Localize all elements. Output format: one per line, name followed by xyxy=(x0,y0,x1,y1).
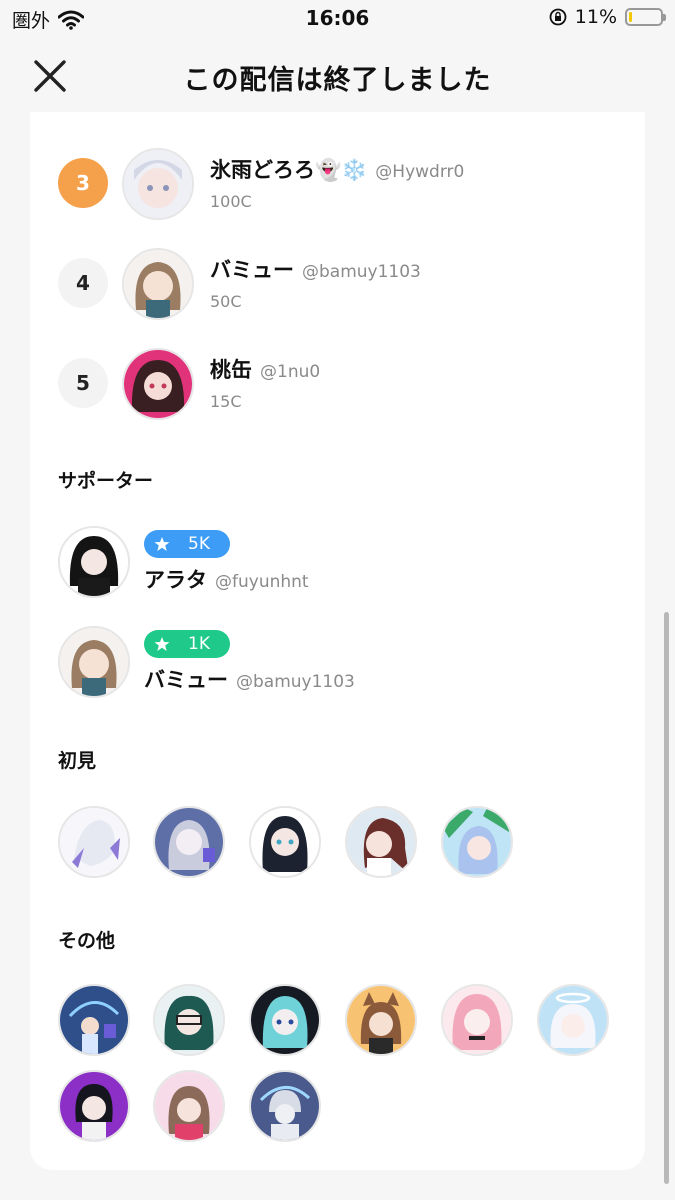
avatar[interactable] xyxy=(58,526,130,598)
avatar[interactable] xyxy=(58,626,130,698)
star-icon xyxy=(154,537,170,551)
avatar[interactable] xyxy=(441,984,513,1056)
name-line: 桃缶 @1nu0 xyxy=(210,354,320,384)
avatar[interactable] xyxy=(153,1070,225,1142)
supporter-row[interactable]: 5K アラタ @fuyunhnt xyxy=(58,526,618,606)
page-title: この配信は終了しました xyxy=(183,65,492,96)
battery-percent: 11% xyxy=(574,6,617,28)
user-handle: @Hywdrr0 xyxy=(375,162,465,182)
section-title-first-timers: 初見 xyxy=(58,750,97,772)
coin-amount: 50C xyxy=(210,292,242,311)
name-line: バミュー @bamuy1103 xyxy=(210,254,421,284)
avatar[interactable] xyxy=(441,806,513,878)
user-name: 桃缶 xyxy=(210,358,252,382)
ranking-row[interactable]: 5 桃缶 @1nu0 15C xyxy=(58,342,618,422)
user-handle: @fuyunhnt xyxy=(215,572,309,592)
avatar[interactable] xyxy=(122,248,194,320)
name-line: アラタ @fuyunhnt xyxy=(144,564,309,594)
coin-amount: 15C xyxy=(210,392,242,411)
badge-value: 1K xyxy=(188,634,210,654)
avatar[interactable] xyxy=(153,984,225,1056)
avatar[interactable] xyxy=(58,1070,130,1142)
ranking-row[interactable]: 4 バミュー @bamuy1103 50C xyxy=(58,242,618,322)
rank-badge: 5 xyxy=(58,358,108,408)
user-name: バミュー xyxy=(144,668,228,692)
supporter-badge: 1K xyxy=(144,630,230,658)
avatar[interactable] xyxy=(249,1070,321,1142)
section-title-others: その他 xyxy=(58,930,116,952)
avatar[interactable] xyxy=(58,806,130,878)
user-name: アラタ xyxy=(144,568,207,592)
user-name: バミュー xyxy=(210,258,294,282)
avatar[interactable] xyxy=(345,984,417,1056)
section-title-supporters: サポーター xyxy=(58,470,154,492)
badge-value: 5K xyxy=(188,534,210,554)
supporter-row[interactable]: 1K バミュー @bamuy1103 xyxy=(58,626,618,706)
header: この配信は終了しました xyxy=(0,40,675,112)
rank-badge: 3 xyxy=(58,158,108,208)
avatar[interactable] xyxy=(58,984,130,1056)
coin-amount: 100C xyxy=(210,192,252,211)
avatar[interactable] xyxy=(249,984,321,1056)
avatar[interactable] xyxy=(122,348,194,420)
orientation-lock-icon xyxy=(549,8,567,26)
avatar[interactable] xyxy=(537,984,609,1056)
scrollbar[interactable] xyxy=(664,612,669,1184)
avatar[interactable] xyxy=(249,806,321,878)
user-handle: @bamuy1103 xyxy=(236,672,355,692)
status-bar: 圏外 16:06 11% xyxy=(0,0,675,38)
star-icon xyxy=(154,637,170,651)
name-line: 氷雨どろろ👻❄️ @Hywdrr0 xyxy=(210,154,464,184)
avatar[interactable] xyxy=(122,148,194,220)
name-emoji: 👻❄️ xyxy=(315,158,368,182)
rank-badge: 4 xyxy=(58,258,108,308)
status-right: 11% xyxy=(549,6,666,28)
user-name: 氷雨どろろ xyxy=(210,158,315,182)
supporter-badge: 5K xyxy=(144,530,230,558)
user-handle: @1nu0 xyxy=(260,362,321,382)
name-line: バミュー @bamuy1103 xyxy=(144,664,355,694)
user-handle: @bamuy1103 xyxy=(302,262,421,282)
avatar[interactable] xyxy=(153,806,225,878)
battery-fill xyxy=(629,12,632,22)
battery-icon xyxy=(625,8,666,26)
avatar[interactable] xyxy=(345,806,417,878)
ranking-row[interactable]: 3 氷雨どろろ👻❄️ @Hywdrr0 100C xyxy=(58,142,618,222)
